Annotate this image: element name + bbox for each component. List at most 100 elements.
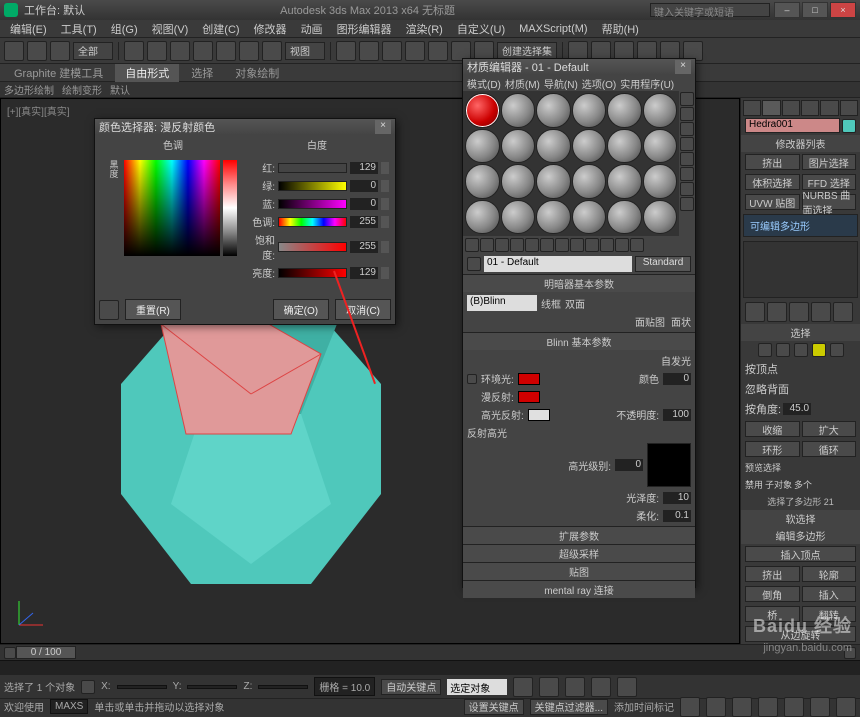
red-value[interactable]: 129 (350, 162, 378, 174)
rb-subobj[interactable]: 子对象 (765, 478, 792, 491)
sample-slot[interactable] (607, 93, 642, 128)
sample-slot[interactable] (607, 129, 642, 164)
make-preview-icon[interactable] (680, 167, 694, 181)
material-name-field[interactable]: 01 - Default (484, 256, 632, 272)
menu-grapheditors[interactable]: 图形编辑器 (331, 20, 398, 38)
ribbon-tab-objectpaint[interactable]: 对象绘制 (225, 64, 289, 82)
tab-utilities[interactable] (840, 100, 858, 116)
select-icon[interactable] (124, 41, 144, 61)
menu-animation[interactable]: 动画 (295, 20, 329, 38)
whiteness-slider[interactable] (223, 160, 237, 256)
menu-maxscript[interactable]: MAXScript(M) (513, 22, 593, 36)
orbit-icon[interactable] (810, 697, 830, 717)
sample-slot[interactable] (572, 200, 607, 235)
h-spinner[interactable] (381, 216, 389, 228)
ambient-lock-icon[interactable] (467, 374, 477, 384)
cb-faceted[interactable]: 面状 (671, 314, 691, 329)
select-region-icon[interactable] (170, 41, 190, 61)
move-icon[interactable] (216, 41, 236, 61)
angle-snap-icon[interactable] (359, 41, 379, 61)
prev-frame-icon[interactable] (539, 677, 559, 697)
ribbon-tab-graphite[interactable]: Graphite 建模工具 (4, 64, 113, 82)
refcoord-combo[interactable]: 视图 (285, 42, 325, 60)
material-type-button[interactable]: Standard (635, 256, 691, 272)
sample-slot[interactable] (536, 129, 571, 164)
subribbon-paintdeform[interactable]: 绘制变形 (62, 82, 102, 97)
autokey-button[interactable]: 自动关键点 (381, 679, 441, 695)
backlight-icon[interactable] (680, 107, 694, 121)
blue-spinner[interactable] (381, 198, 389, 210)
sample-slot[interactable] (643, 93, 678, 128)
border-subobj-icon[interactable] (794, 343, 808, 357)
unique-icon[interactable] (789, 302, 809, 322)
s-value[interactable]: 255 (350, 241, 378, 253)
show-end-result-icon[interactable] (600, 238, 614, 252)
btn-grow[interactable]: 扩大 (802, 421, 857, 437)
ambient-swatch[interactable] (518, 373, 540, 385)
ribbon-tab-selection[interactable]: 选择 (181, 64, 223, 82)
options-icon[interactable] (680, 182, 694, 196)
cb-byangle[interactable]: 按角度: (745, 401, 781, 417)
blue-slider[interactable] (278, 199, 347, 209)
sample-slot[interactable] (536, 200, 571, 235)
ok-button[interactable]: 确定(O) (273, 299, 329, 320)
sample-type-icon[interactable] (680, 92, 694, 106)
hue-sat-field[interactable] (124, 160, 220, 256)
matmenu-utils[interactable]: 实用程序(U) (620, 76, 674, 90)
snap-icon[interactable] (336, 41, 356, 61)
shader-combo[interactable]: (B)Blinn (467, 295, 537, 311)
sample-slot[interactable] (572, 164, 607, 199)
sample-slot[interactable] (501, 93, 536, 128)
matmenu-options[interactable]: 选项(O) (582, 76, 616, 90)
menu-customize[interactable]: 自定义(U) (451, 20, 511, 38)
put-to-scene-icon[interactable] (480, 238, 494, 252)
percent-snap-icon[interactable] (382, 41, 402, 61)
sample-slot[interactable] (501, 129, 536, 164)
sample-slot[interactable] (643, 129, 678, 164)
rotate-icon[interactable] (239, 41, 259, 61)
cb-2side[interactable]: 双面 (565, 296, 585, 311)
btn-volselect[interactable]: 体积选择 (745, 174, 800, 190)
softsel-rollout[interactable]: 软选择 (741, 510, 860, 527)
eyedropper-icon[interactable] (99, 300, 119, 320)
sample-slot[interactable] (572, 129, 607, 164)
btn-outline[interactable]: 轮廓 (802, 566, 857, 582)
next-frame-icon[interactable] (591, 677, 611, 697)
menu-tools[interactable]: 工具(T) (55, 20, 103, 38)
reset-button[interactable]: 重置(R) (125, 299, 181, 320)
sample-slot[interactable] (501, 164, 536, 199)
tab-motion[interactable] (801, 100, 819, 116)
sample-slot[interactable] (465, 129, 500, 164)
timeline-track[interactable] (0, 660, 860, 674)
sample-slot[interactable] (643, 164, 678, 199)
subribbon-default[interactable]: 默认 (110, 82, 130, 97)
configure-icon[interactable] (833, 302, 853, 322)
goto-start-icon[interactable] (513, 677, 533, 697)
soften-value[interactable]: 0.1 (663, 510, 691, 522)
cb-wire[interactable]: 线框 (541, 296, 561, 311)
rollout-maps[interactable]: 贴图 (463, 562, 695, 580)
btn-bevel[interactable]: 倒角 (745, 586, 800, 602)
zoom-all-icon[interactable] (706, 697, 726, 717)
menu-help[interactable]: 帮助(H) (596, 20, 645, 38)
s-spinner[interactable] (381, 241, 389, 253)
background-icon[interactable] (680, 122, 694, 136)
sample-slot[interactable] (607, 200, 642, 235)
opacity-value[interactable]: 100 (663, 409, 691, 421)
maximize-vp-icon[interactable] (836, 697, 856, 717)
selection-rollout[interactable]: 选择 (741, 324, 860, 341)
maxscript-tag[interactable]: MAXS (50, 699, 88, 714)
selfillum-value[interactable]: 0 (663, 373, 691, 385)
rollout-supersample[interactable]: 超级采样 (463, 544, 695, 562)
modifier-item[interactable]: 可编辑多边形 (746, 217, 855, 234)
red-spinner[interactable] (381, 162, 389, 174)
make-copy-icon[interactable] (525, 238, 539, 252)
goto-end-icon[interactable] (617, 677, 637, 697)
menu-edit[interactable]: 编辑(E) (4, 20, 53, 38)
cb-facemap[interactable]: 面贴图 (635, 314, 665, 329)
select-name-icon[interactable] (147, 41, 167, 61)
matmenu-mode[interactable]: 模式(D) (467, 76, 501, 90)
sample-slot-1[interactable] (465, 93, 500, 128)
menu-render[interactable]: 渲染(R) (400, 20, 449, 38)
y-field[interactable] (187, 685, 237, 689)
